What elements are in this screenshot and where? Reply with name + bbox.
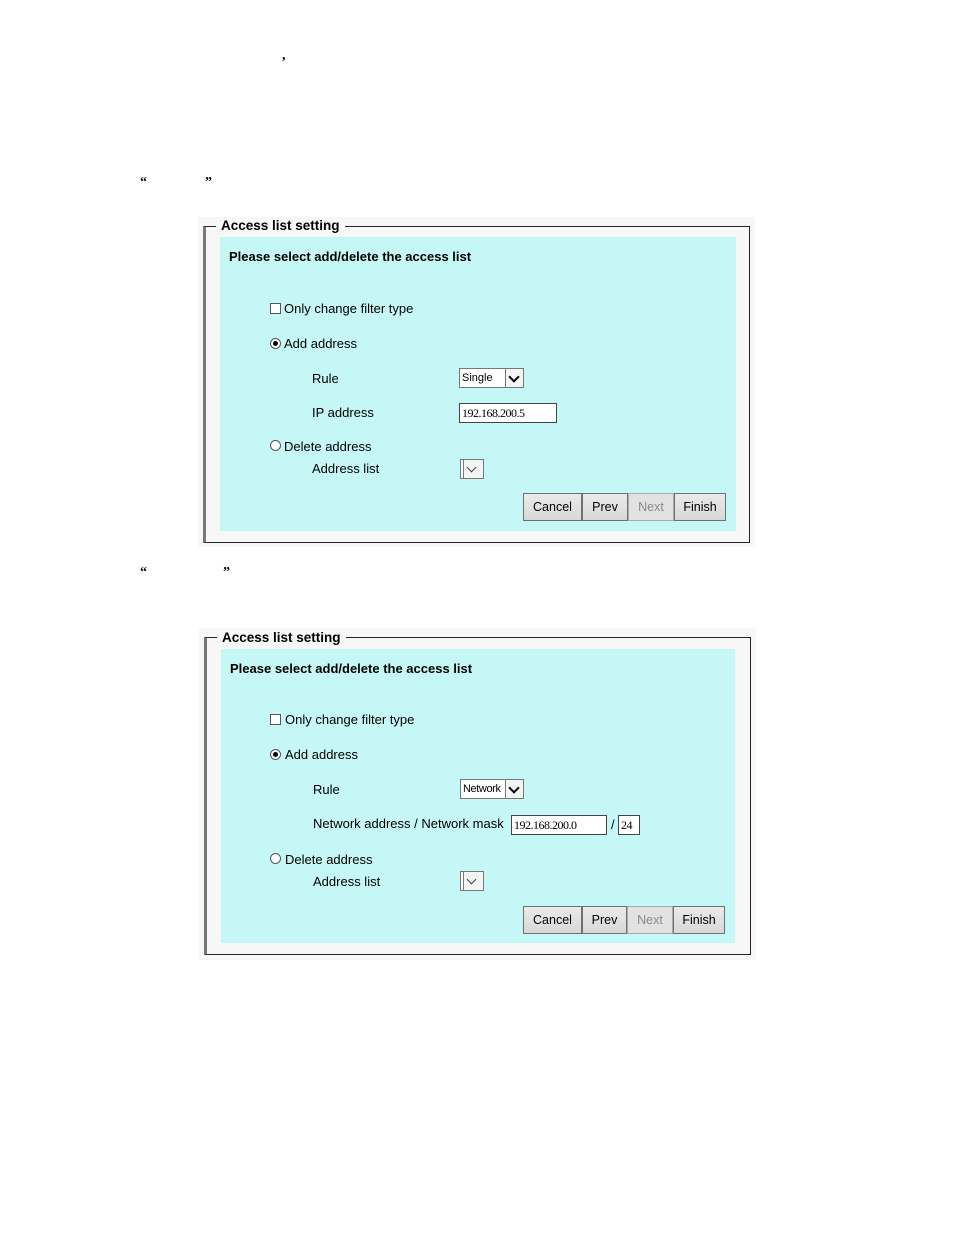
delete-address-radio[interactable]	[270, 440, 281, 451]
prev-button[interactable]: Prev	[582, 906, 627, 934]
network-mask-input[interactable]: 24	[618, 815, 640, 835]
prev-button[interactable]: Prev	[582, 493, 628, 521]
rule-select[interactable]: Single	[459, 368, 524, 388]
add-address-label: Add address	[284, 336, 357, 351]
ip-address-label: IP address	[312, 405, 374, 420]
delete-address-label: Delete address	[284, 439, 372, 454]
only-change-filter-type-label: Only change filter type	[284, 301, 414, 316]
close-quote: ”	[223, 565, 230, 580]
rule-select-value: Single	[462, 372, 493, 384]
cancel-button[interactable]: Cancel	[523, 906, 582, 934]
panel-legend: Access list setting	[217, 630, 346, 646]
only-change-filter-type-checkbox[interactable]	[270, 303, 281, 314]
add-address-radio[interactable]	[270, 749, 281, 760]
next-button[interactable]: Next	[627, 906, 673, 934]
ip-address-input[interactable]: 192.168.200.5	[459, 403, 557, 423]
finish-button[interactable]: Finish	[674, 493, 726, 521]
rule-label: Rule	[313, 782, 340, 797]
rule-select[interactable]: Network	[460, 779, 524, 799]
instruction-text: Please select add/delete the access list	[230, 661, 473, 676]
finish-button[interactable]: Finish	[673, 906, 725, 934]
close-quote: ”	[205, 175, 212, 190]
instruction-text: Please select add/delete the access list	[229, 249, 472, 264]
address-list-select[interactable]	[460, 459, 484, 479]
rule-label: Rule	[312, 371, 339, 386]
chevron-down-icon[interactable]	[463, 460, 483, 478]
delete-address-label: Delete address	[285, 852, 373, 867]
rule-select-value: Network	[463, 783, 501, 795]
stray-comma: ,	[282, 48, 286, 63]
add-address-label: Add address	[285, 747, 358, 762]
panel-legend: Access list setting	[216, 218, 345, 234]
chevron-down-icon[interactable]	[505, 780, 523, 798]
open-quote: “	[140, 175, 147, 190]
chevron-down-icon[interactable]	[463, 872, 483, 890]
delete-address-radio[interactable]	[270, 853, 281, 864]
cancel-button[interactable]: Cancel	[523, 493, 582, 521]
only-change-filter-type-checkbox[interactable]	[270, 714, 281, 725]
next-button[interactable]: Next	[628, 493, 674, 521]
address-list-select[interactable]	[460, 871, 484, 891]
add-address-radio[interactable]	[270, 338, 281, 349]
address-list-label: Address list	[313, 874, 381, 889]
chevron-down-icon[interactable]	[505, 369, 523, 387]
only-change-filter-type-label: Only change filter type	[285, 712, 415, 727]
open-quote: “	[140, 565, 147, 580]
address-list-label: Address list	[312, 461, 380, 476]
network-address-label: Network address / Network mask	[313, 816, 504, 831]
network-address-input[interactable]: 192.168.200.0	[511, 815, 607, 835]
mask-separator: /	[611, 817, 615, 832]
